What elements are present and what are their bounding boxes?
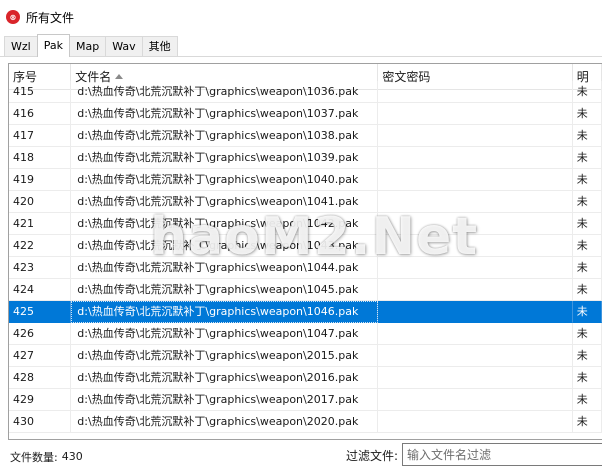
table-row[interactable]: 421 d:\热血传奇\北荒沉默补丁\graphics\weapon\1042.p… — [9, 213, 602, 235]
row-filename: d:\热血传奇\北荒沉默补丁\graphics\weapon\1037.pak — [71, 103, 379, 125]
table-row[interactable]: 418 d:\热血传奇\北荒沉默补丁\graphics\weapon\1039.p… — [9, 147, 602, 169]
row-extra: 未 — [572, 103, 602, 125]
title-bar: ⊗ 所有文件 — [0, 0, 602, 34]
row-index: 416 — [9, 103, 72, 125]
row-index: 415 — [9, 81, 72, 103]
list-body: 415 d:\热血传奇\北荒沉默补丁\graphics\weapon\1036.p… — [9, 81, 602, 433]
row-filename: d:\热血传奇\北荒沉默补丁\graphics\weapon\1042.pak — [71, 213, 379, 235]
table-row[interactable]: 416 d:\热血传奇\北荒沉默补丁\graphics\weapon\1037.p… — [9, 103, 602, 125]
row-password — [378, 411, 573, 433]
row-filename: d:\热血传奇\北荒沉默补丁\graphics\weapon\1036.pak — [71, 81, 379, 103]
row-filename: d:\热血传奇\北荒沉默补丁\graphics\weapon\2015.pak — [71, 345, 379, 367]
row-filename: d:\热血传奇\北荒沉默补丁\graphics\weapon\1044.pak — [71, 257, 379, 279]
row-password — [378, 257, 573, 279]
row-password — [378, 279, 573, 301]
row-extra: 未 — [572, 147, 602, 169]
row-index: 429 — [9, 389, 72, 411]
row-filename: d:\热血传奇\北荒沉默补丁\graphics\weapon\1046.pak — [71, 301, 379, 323]
row-password — [378, 235, 573, 257]
tab-other[interactable]: 其他 — [141, 36, 178, 56]
row-filename: d:\热血传奇\北荒沉默补丁\graphics\weapon\1043.pak — [71, 235, 379, 257]
row-extra: 未 — [572, 191, 602, 213]
tab-wav[interactable]: Wav — [105, 36, 143, 56]
row-filename: d:\热血传奇\北荒沉默补丁\graphics\weapon\1038.pak — [71, 125, 379, 147]
row-index: 420 — [9, 191, 72, 213]
table-row[interactable]: 427 d:\热血传奇\北荒沉默补丁\graphics\weapon\2015.p… — [9, 345, 602, 367]
row-index: 421 — [9, 213, 72, 235]
row-index: 430 — [9, 411, 72, 433]
row-index: 419 — [9, 169, 72, 191]
row-filename: d:\热血传奇\北荒沉默补丁\graphics\weapon\1045.pak — [71, 279, 379, 301]
row-password — [378, 323, 573, 345]
status-bar: 文件数量: 430 过滤文件: — [0, 440, 602, 473]
filter-input[interactable] — [402, 443, 602, 466]
row-password — [378, 103, 573, 125]
row-password — [378, 191, 573, 213]
app-logo-icon: ⊗ — [6, 10, 20, 24]
row-extra: 未 — [572, 301, 602, 323]
file-list[interactable]: 序号 文件名 密文密码 明 415 d:\热血传奇\北荒沉默补丁\graphics… — [8, 63, 602, 440]
row-password — [378, 389, 573, 411]
row-filename: d:\热血传奇\北荒沉默补丁\graphics\weapon\1039.pak — [71, 147, 379, 169]
row-extra: 未 — [572, 389, 602, 411]
row-filename: d:\热血传奇\北荒沉默补丁\graphics\weapon\2016.pak — [71, 367, 379, 389]
row-password — [378, 125, 573, 147]
row-password — [378, 345, 573, 367]
row-index: 417 — [9, 125, 72, 147]
tab-pak[interactable]: Pak — [36, 34, 70, 57]
row-extra: 未 — [572, 81, 602, 103]
table-row[interactable]: 422 d:\热血传奇\北荒沉默补丁\graphics\weapon\1043.p… — [9, 235, 602, 257]
table-row[interactable]: 417 d:\热血传奇\北荒沉默补丁\graphics\weapon\1038.p… — [9, 125, 602, 147]
row-extra: 未 — [572, 367, 602, 389]
row-filename: d:\热血传奇\北荒沉默补丁\graphics\weapon\1040.pak — [71, 169, 379, 191]
row-filename: d:\热血传奇\北荒沉默补丁\graphics\weapon\1047.pak — [71, 323, 379, 345]
table-row[interactable]: 428 d:\热血传奇\北荒沉默补丁\graphics\weapon\2016.p… — [9, 367, 602, 389]
row-filename: d:\热血传奇\北荒沉默补丁\graphics\weapon\1041.pak — [71, 191, 379, 213]
sort-ascending-icon — [115, 74, 124, 79]
row-password — [378, 367, 573, 389]
row-password — [378, 301, 573, 323]
row-password — [378, 213, 573, 235]
table-row[interactable]: 429 d:\热血传奇\北荒沉默补丁\graphics\weapon\2017.p… — [9, 389, 602, 411]
row-index: 427 — [9, 345, 72, 367]
row-index: 426 — [9, 323, 72, 345]
table-row[interactable]: 425 d:\热血传奇\北荒沉默补丁\graphics\weapon\1046.p… — [9, 301, 602, 323]
table-row[interactable]: 430 d:\热血传奇\北荒沉默补丁\graphics\weapon\2020.p… — [9, 411, 602, 433]
table-row[interactable]: 423 d:\热血传奇\北荒沉默补丁\graphics\weapon\1044.p… — [9, 257, 602, 279]
row-extra: 未 — [572, 279, 602, 301]
row-index: 425 — [9, 301, 72, 323]
table-row[interactable]: 419 d:\热血传奇\北荒沉默补丁\graphics\weapon\1040.p… — [9, 169, 602, 191]
row-index: 424 — [9, 279, 72, 301]
table-row[interactable]: 426 d:\热血传奇\北荒沉默补丁\graphics\weapon\1047.p… — [9, 323, 602, 345]
row-extra: 未 — [572, 411, 602, 433]
row-extra: 未 — [572, 125, 602, 147]
table-row[interactable]: 424 d:\热血传奇\北荒沉默补丁\graphics\weapon\1045.p… — [9, 279, 602, 301]
row-extra: 未 — [572, 169, 602, 191]
row-extra: 未 — [572, 235, 602, 257]
filter-label: 过滤文件: — [346, 449, 399, 463]
table-row[interactable]: 420 d:\热血传奇\北荒沉默补丁\graphics\weapon\1041.p… — [9, 191, 602, 213]
row-password — [378, 169, 573, 191]
row-filename: d:\热血传奇\北荒沉默补丁\graphics\weapon\2017.pak — [71, 389, 379, 411]
tab-wzl[interactable]: Wzl — [4, 36, 38, 56]
tab-map[interactable]: Map — [68, 36, 107, 56]
row-password — [378, 147, 573, 169]
file-count-label: 文件数量: — [10, 450, 58, 464]
row-password — [378, 81, 573, 103]
row-extra: 未 — [572, 213, 602, 235]
row-index: 418 — [9, 147, 72, 169]
row-extra: 未 — [572, 345, 602, 367]
window-title: 所有文件 — [26, 10, 75, 25]
row-extra: 未 — [572, 323, 602, 345]
tab-strip: Wzl Pak Map Wav 其他 — [0, 34, 602, 57]
row-extra: 未 — [572, 257, 602, 279]
row-filename: d:\热血传奇\北荒沉默补丁\graphics\weapon\2020.pak — [71, 411, 379, 433]
row-index: 423 — [9, 257, 72, 279]
row-index: 422 — [9, 235, 72, 257]
file-count-value: 430 — [61, 450, 83, 463]
table-row[interactable]: 415 d:\热血传奇\北荒沉默补丁\graphics\weapon\1036.p… — [9, 81, 602, 103]
row-index: 428 — [9, 367, 72, 389]
